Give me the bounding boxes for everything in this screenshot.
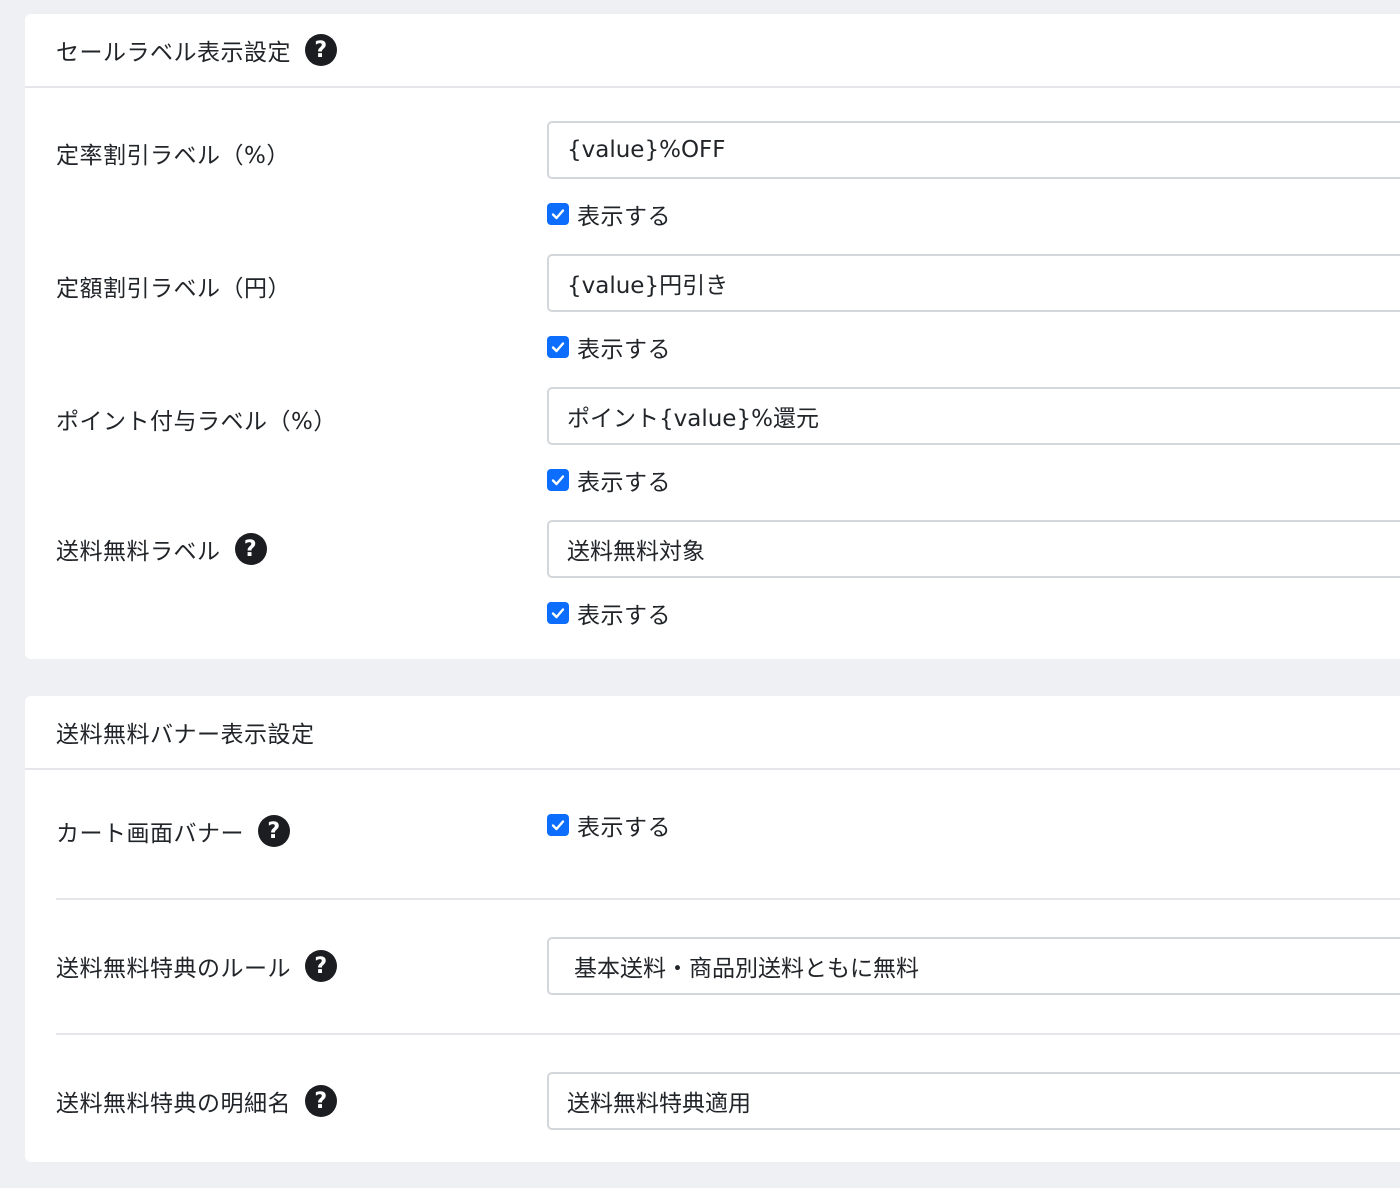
divider [56,898,1400,900]
question-circle-icon[interactable]: ? [305,1085,337,1117]
free-shipping-rule-label-text: 送料無料特典のルール [56,956,291,982]
question-circle-icon[interactable]: ? [305,950,337,982]
free-shipping-show-checkbox[interactable]: 表示する [547,596,671,630]
free-shipping-rule-select[interactable]: 基本送料・商品別送料ともに無料 [547,937,1400,995]
percent-discount-show-checkbox[interactable]: 表示する [547,197,671,231]
free-shipping-detail-input[interactable] [547,1072,1400,1130]
free-shipping-show-label: 表示する [577,603,671,629]
checkmark-icon [547,469,569,491]
sale-label-settings-header: セールラベル表示設定 ? [25,14,1400,88]
cart-banner-show-checkbox[interactable]: 表示する [547,808,671,842]
fixed-discount-show-checkbox[interactable]: 表示する [547,330,671,364]
free-shipping-detail-label: 送料無料特典の明細名 ? [56,1084,337,1118]
question-circle-icon[interactable]: ? [234,533,267,565]
fixed-discount-label: 定額割引ラベル（円） [56,269,291,303]
divider [56,1033,1400,1035]
checkmark-icon [547,336,569,358]
cart-banner-show-label: 表示する [577,815,671,841]
question-circle-icon[interactable]: ? [258,815,290,847]
checkmark-icon [547,203,569,225]
checkmark-icon [547,814,569,836]
percent-discount-show-label: 表示する [577,204,671,230]
point-label-input[interactable] [547,387,1400,445]
sale-label-settings-card: セールラベル表示設定 ? 定率割引ラベル（%） 表示する 定額割引ラベル（円） … [25,14,1400,659]
fixed-discount-label-text: 定額割引ラベル（円） [56,276,291,302]
point-label-text: ポイント付与ラベル（%） [56,409,337,435]
free-shipping-label-input[interactable] [547,520,1400,578]
point-show-checkbox[interactable]: 表示する [547,463,671,497]
cart-banner-label-text: カート画面バナー [56,821,244,847]
percent-discount-label-input[interactable] [547,121,1400,179]
fixed-discount-label-input[interactable] [547,254,1400,312]
point-show-label: 表示する [577,470,671,496]
free-shipping-rule-selected: 基本送料・商品別送料ともに無料 [574,956,919,982]
fixed-discount-show-label: 表示する [577,337,671,363]
free-shipping-detail-label-text: 送料無料特典の明細名 [56,1091,291,1117]
question-circle-icon[interactable]: ? [305,34,337,66]
point-label: ポイント付与ラベル（%） [56,402,337,436]
checkmark-icon [547,602,569,624]
percent-discount-label: 定率割引ラベル（%） [56,136,290,170]
free-shipping-label-text: 送料無料ラベル [56,539,221,565]
cart-banner-label: カート画面バナー ? [56,814,290,848]
free-shipping-label: 送料無料ラベル ? [56,532,267,566]
free-shipping-rule-label: 送料無料特典のルール ? [56,949,337,983]
free-shipping-banner-header: 送料無料バナー表示設定 [25,696,1400,770]
percent-discount-label-text: 定率割引ラベル（%） [56,143,290,169]
sale-label-settings-title: セールラベル表示設定 [56,40,291,66]
free-shipping-banner-title: 送料無料バナー表示設定 [56,722,315,748]
free-shipping-banner-card: 送料無料バナー表示設定 カート画面バナー ? 表示する 送料無料特典のルール ?… [25,696,1400,1162]
